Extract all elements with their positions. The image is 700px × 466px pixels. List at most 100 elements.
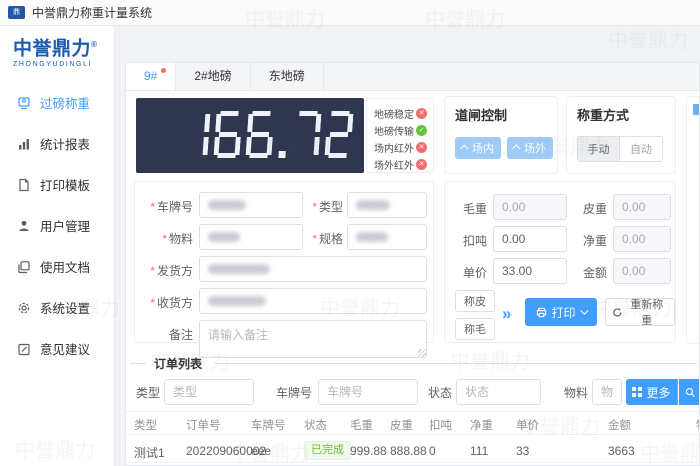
printer-icon (536, 307, 547, 318)
sidebar-item-reports[interactable]: 统计报表 (0, 123, 114, 164)
filter-plate-input[interactable] (318, 379, 418, 405)
app-title: 中誉鼎力称重计量系统 (32, 4, 152, 21)
remark-textarea[interactable] (199, 320, 427, 358)
orders-table-header: 类型订单号车牌号状态毛重皮重扣吨净重单价金额物料 (126, 411, 700, 435)
blurred-value (208, 296, 266, 306)
filter-label: 状态 (428, 384, 452, 401)
sidebar-item-users[interactable]: 用户管理 (0, 205, 114, 246)
titlebar: 鼎 中誉鼎力称重计量系统 (0, 0, 700, 26)
filter-label: 车牌号 (276, 384, 312, 401)
required-asterisk: * (150, 264, 155, 278)
scale-display-digits (181, 111, 353, 158)
filter-status-input[interactable] (456, 379, 541, 405)
sidebar-item-docs[interactable]: 使用文档 (0, 246, 114, 287)
column-header: 扣吨 (429, 417, 452, 433)
feedback-icon (17, 342, 31, 356)
main-area: 9# 2#地磅 东地磅 地磅稳定✕ 地磅传输✓ 场内红外✕ 场外红外✕ 道闸控制 (115, 26, 700, 466)
type-input[interactable] (347, 192, 427, 218)
column-header: 状态 (304, 417, 327, 433)
tab-bar: 9# 2#地磅 东地磅 (126, 63, 699, 91)
reweigh-button[interactable]: 重新称重 (605, 298, 675, 326)
error-circle-icon: ✕ (416, 108, 427, 119)
blurred-value (208, 200, 246, 210)
print-template-icon (17, 178, 31, 192)
weigh-tare-button[interactable]: 称皮 (455, 290, 495, 312)
divider-line (130, 363, 146, 364)
card-title: 道闸控制 (455, 105, 507, 124)
user-icon (17, 219, 31, 233)
sidebar-item-weighing[interactable]: 过磅称重 (0, 82, 114, 123)
tab-label: 2#地磅 (194, 69, 231, 83)
more-button[interactable]: 更多 (626, 379, 678, 405)
table-cell: 3663 (608, 444, 635, 458)
chevron-up-icon (512, 144, 520, 152)
filter-label: 类型 (136, 384, 160, 401)
indicator-row: 地磅传输✓ (374, 123, 427, 138)
gear-icon (17, 301, 31, 315)
mode-manual-button[interactable]: 手动 (578, 137, 620, 161)
table-row[interactable]: 测试1202209060002eee已完成999.88888.880111333… (126, 437, 700, 463)
deduct-input[interactable] (493, 226, 567, 252)
weighbridge-icon (17, 96, 31, 110)
blurred-value (208, 232, 240, 242)
gate-inside-button[interactable]: 场内 (455, 137, 501, 159)
grid-icon (632, 387, 642, 397)
amount-input (613, 258, 671, 284)
seven-segment-digit (292, 111, 321, 158)
field-label: *规格 (285, 230, 343, 247)
tab-label: 东地磅 (269, 69, 305, 83)
sidebar-menu: 过磅称重 统计报表 打印模板 用户管理 使用文档 系统设置 (0, 82, 114, 369)
filter-material-input[interactable] (592, 379, 622, 405)
table-cell: 0 (429, 444, 436, 458)
weigh-mode-toggle: 手动 自动 (577, 136, 663, 162)
seven-segment-digit (324, 111, 353, 158)
required-asterisk: * (312, 200, 317, 214)
app-logo-icon: 鼎 (8, 6, 25, 19)
indicator-row: 场外红外✕ (374, 157, 427, 172)
table-cell: eee (251, 444, 271, 458)
search-button[interactable]: 搜索 (679, 379, 700, 405)
tab-scale-east[interactable]: 东地磅 (251, 63, 324, 90)
sidebar-item-print-templates[interactable]: 打印模板 (0, 164, 114, 205)
sidebar-item-feedback[interactable]: 意见建议 (0, 328, 114, 369)
chevron-up-icon (460, 144, 468, 152)
mode-auto-button[interactable]: 自动 (620, 137, 662, 161)
gate-outside-button[interactable]: 场外 (507, 137, 553, 159)
orders-section-title: 订单列表 (154, 355, 202, 372)
status-badge: 已完成 (304, 441, 351, 460)
net-weight-input (613, 226, 671, 252)
weigh-gross-button[interactable]: 称毛 (455, 318, 495, 340)
tab-scale-9[interactable]: 9# (126, 63, 176, 90)
field-label: *类型 (285, 198, 343, 215)
required-asterisk: * (150, 200, 155, 214)
tab-label: 9# (144, 69, 157, 83)
indicator-row: 地磅稳定✕ (374, 106, 427, 121)
table-cell: 33 (516, 444, 529, 458)
refresh-icon (612, 307, 623, 318)
table-cell: 测试1 (134, 444, 165, 461)
sidebar-item-settings[interactable]: 系统设置 (0, 287, 114, 328)
tare-weight-input (613, 194, 671, 220)
sidebar-item-label: 系统设置 (40, 298, 90, 317)
gross-weight-input (493, 194, 567, 220)
brand-subtitle: ZHONGYUDINGLI (13, 61, 114, 68)
field-label: 净重 (573, 232, 607, 249)
print-button[interactable]: 打印 (525, 298, 597, 326)
registered-mark-icon: ® (91, 40, 97, 49)
weigh-mode-card: 称重方式 手动 自动 (566, 96, 676, 174)
overflow-panel-link[interactable] (693, 104, 700, 115)
brand-logo: 中誉鼎力® ZHONGYUDINGLI (0, 26, 114, 68)
tab-scale-2[interactable]: 2#地磅 (176, 63, 250, 90)
field-label: 单价 (453, 264, 487, 281)
field-label: 金额 (573, 264, 607, 281)
spec-input[interactable] (347, 224, 427, 250)
sidebar-item-label: 打印模板 (40, 175, 90, 194)
shipper-input[interactable] (199, 256, 427, 282)
card-title: 称重方式 (577, 105, 629, 124)
filter-label: 物料 (564, 384, 588, 401)
filter-type-input[interactable] (164, 379, 254, 405)
column-header: 物料 (696, 417, 700, 433)
receiver-input[interactable] (199, 288, 427, 314)
unit-price-input[interactable] (493, 258, 567, 284)
sidebar-item-label: 用户管理 (40, 216, 90, 235)
